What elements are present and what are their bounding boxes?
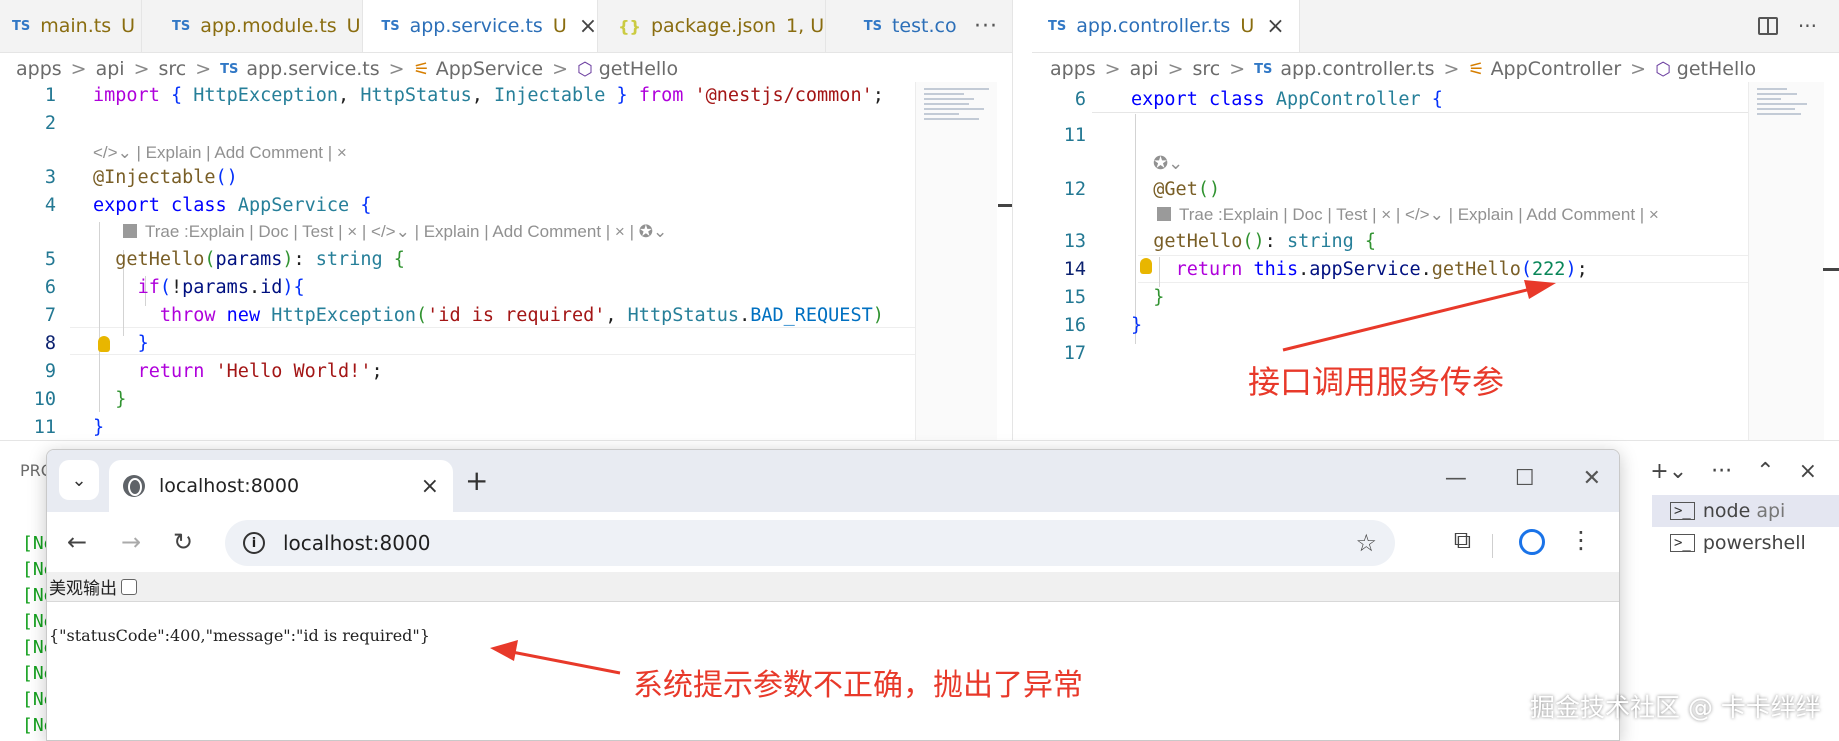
arrow-overlay [490,640,621,675]
arrow-head [490,640,518,661]
arrow-line [511,650,621,675]
watermark-text: 掘金技术社区 @ 卡卡绊绊 [1530,693,1821,722]
